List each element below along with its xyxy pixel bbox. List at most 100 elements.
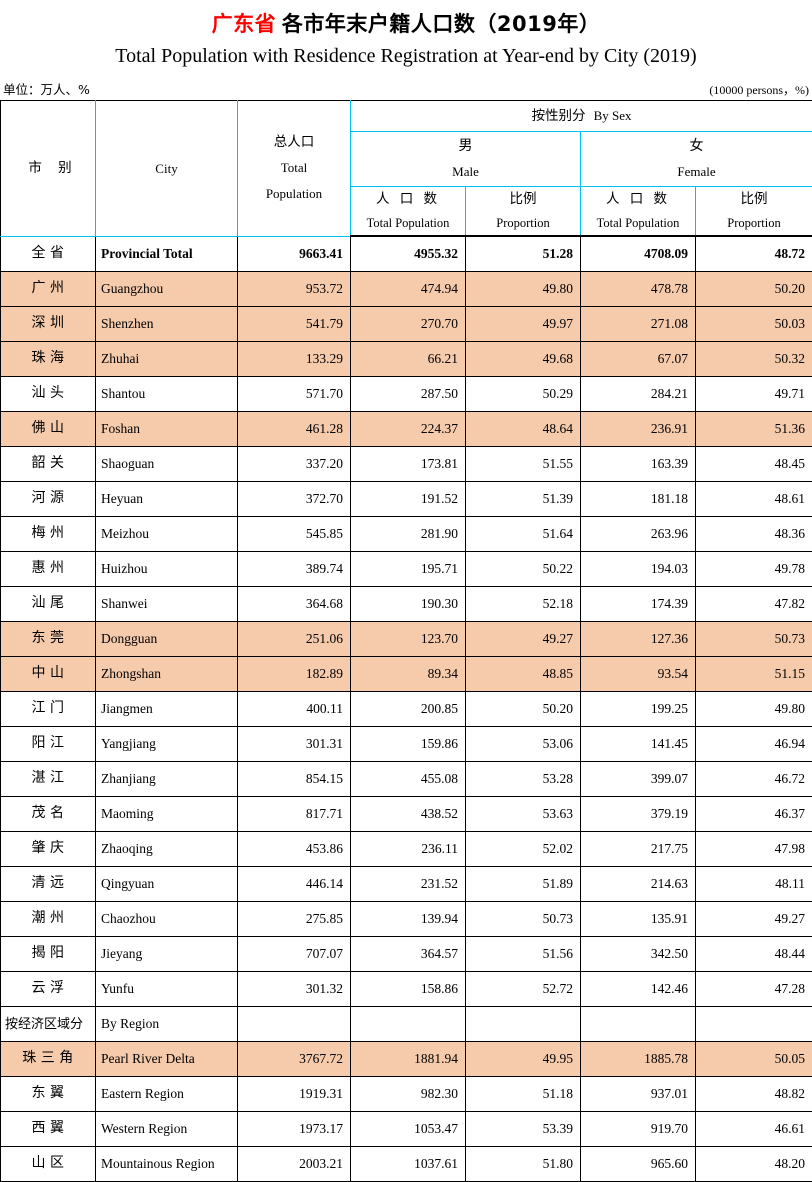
header-total-population-zh: 总人口 (238, 129, 350, 155)
row-female-value: 93.54 (581, 657, 696, 692)
row-male-value: 236.11 (351, 832, 466, 867)
table-row: 东 翼Eastern Region1919.31982.3051.18937.0… (1, 1077, 812, 1112)
row-total-value: 400.11 (238, 692, 351, 727)
row-male-pct-value: 49.97 (466, 307, 581, 342)
row-male-pct-value: 50.22 (466, 552, 581, 587)
row-male-value: 455.08 (351, 762, 466, 797)
row-male-pct-value: 51.39 (466, 482, 581, 517)
row-female-value: 174.39 (581, 587, 696, 622)
row-male-value: 4955.32 (351, 236, 466, 272)
row-male-value: 139.94 (351, 902, 466, 937)
header-female-population-zh: 人 口 数 (581, 187, 695, 211)
row-city-name-zh: 茂 名 (1, 797, 96, 832)
table-row: 广 州Guangzhou953.72474.9449.80478.7850.20 (1, 272, 812, 307)
row-total-value: 571.70 (238, 377, 351, 412)
page-title-province: 广东省 (212, 12, 277, 36)
row-city-name-en: Qingyuan (96, 867, 238, 902)
table-row: 河 源Heyuan372.70191.5251.39181.1848.61 (1, 482, 812, 517)
row-city-name-en: Chaozhou (96, 902, 238, 937)
row-total-value: 364.68 (238, 587, 351, 622)
header-female-population-en: Total Population (581, 211, 695, 235)
row-female-pct-value: 47.28 (696, 972, 812, 1007)
table-row: 江 门Jiangmen400.11200.8550.20199.2549.80 (1, 692, 812, 727)
row-total-value: 817.71 (238, 797, 351, 832)
table-row: 惠 州Huizhou389.74195.7150.22194.0349.78 (1, 552, 812, 587)
row-city-name-en: Huizhou (96, 552, 238, 587)
row-male-pct-value: 52.18 (466, 587, 581, 622)
table-row: 佛 山Foshan461.28224.3748.64236.9151.36 (1, 412, 812, 447)
row-city-name-en: Zhaoqing (96, 832, 238, 867)
row-female-value: 478.78 (581, 272, 696, 307)
row-total-value: 301.31 (238, 727, 351, 762)
header-city-en: City (155, 161, 177, 176)
table-row: 揭 阳Jieyang707.07364.5751.56342.5048.44 (1, 937, 812, 972)
population-table: 市 别 City 总人口 Total Population 按性别分By Sex… (0, 100, 812, 1182)
table-header: 市 别 City 总人口 Total Population 按性别分By Sex… (1, 101, 812, 237)
row-city-name-en: Western Region (96, 1112, 238, 1147)
row-female-pct-value: 51.36 (696, 412, 812, 447)
table-row: 云 浮Yunfu301.32158.8652.72142.4647.28 (1, 972, 812, 1007)
row-male-value: 159.86 (351, 727, 466, 762)
header-total-population-en-line2: Population (238, 181, 350, 207)
row-city-name-zh: 肇 庆 (1, 832, 96, 867)
row-city-name-en: Jiangmen (96, 692, 238, 727)
header-male-proportion-zh: 比例 (466, 187, 580, 211)
row-city-name-en: Shenzhen (96, 307, 238, 342)
row-female-value: 236.91 (581, 412, 696, 447)
header-city-cell: 市 别 (1, 101, 96, 237)
row-total-value: 251.06 (238, 622, 351, 657)
row-male-pct-value: 51.18 (466, 1077, 581, 1112)
header-city-zh: 市 别 (1, 160, 95, 177)
row-city-name-zh: 潮 州 (1, 902, 96, 937)
row-male-pct-value: 53.39 (466, 1112, 581, 1147)
row-female-pct-value: 50.05 (696, 1042, 812, 1077)
row-city-name-en: Shanwei (96, 587, 238, 622)
row-city-name-zh: 汕 尾 (1, 587, 96, 622)
row-city-name-en: Yunfu (96, 972, 238, 1007)
row-male-pct-value: 52.72 (466, 972, 581, 1007)
row-male-pct-value: 53.28 (466, 762, 581, 797)
row-city-name-en: Pearl River Delta (96, 1042, 238, 1077)
table-row: 按经济区域分By Region (1, 1007, 812, 1042)
row-male-value: 66.21 (351, 342, 466, 377)
row-female-value: 937.01 (581, 1077, 696, 1112)
table-row: 全 省Provincial Total9663.414955.3251.2847… (1, 236, 812, 272)
unit-note-chinese: 单位：万人、% (3, 79, 90, 98)
row-city-name-en: Dongguan (96, 622, 238, 657)
row-female-value: 342.50 (581, 937, 696, 972)
row-female-pct-value: 46.37 (696, 797, 812, 832)
row-total-value: 545.85 (238, 517, 351, 552)
row-city-name-en: Eastern Region (96, 1077, 238, 1112)
row-female-pct-value: 50.03 (696, 307, 812, 342)
row-male-pct-value: 50.20 (466, 692, 581, 727)
row-female-pct-value (696, 1007, 812, 1042)
row-male-pct-value: 49.68 (466, 342, 581, 377)
row-city-name-en: Maoming (96, 797, 238, 832)
row-city-name-zh: 全 省 (1, 236, 96, 272)
row-male-value: 231.52 (351, 867, 466, 902)
row-male-pct-value: 51.28 (466, 236, 581, 272)
table-row: 深 圳Shenzhen541.79270.7049.97271.0850.03 (1, 307, 812, 342)
header-female-cell: 女 Female (581, 132, 812, 187)
header-male-zh: 男 (351, 133, 580, 159)
row-female-value: 163.39 (581, 447, 696, 482)
row-male-pct-value: 49.80 (466, 272, 581, 307)
row-female-pct-value: 49.80 (696, 692, 812, 727)
table-row: 潮 州Chaozhou275.85139.9450.73135.9149.27 (1, 902, 812, 937)
row-female-value: 965.60 (581, 1147, 696, 1182)
row-total-value: 541.79 (238, 307, 351, 342)
row-male-pct-value: 51.80 (466, 1147, 581, 1182)
row-female-pct-value: 48.20 (696, 1147, 812, 1182)
row-male-value: 474.94 (351, 272, 466, 307)
header-male-proportion-en: Proportion (466, 211, 580, 235)
header-female-proportion-en: Proportion (696, 211, 812, 235)
row-female-pct-value: 48.72 (696, 236, 812, 272)
row-city-name-zh: 河 源 (1, 482, 96, 517)
row-male-value: 158.86 (351, 972, 466, 1007)
row-female-pct-value: 46.72 (696, 762, 812, 797)
row-female-pct-value: 50.20 (696, 272, 812, 307)
header-male-cell: 男 Male (351, 132, 581, 187)
row-male-pct-value: 51.56 (466, 937, 581, 972)
table-row: 阳 江Yangjiang301.31159.8653.06141.4546.94 (1, 727, 812, 762)
header-by-sex-en: By Sex (594, 108, 632, 123)
